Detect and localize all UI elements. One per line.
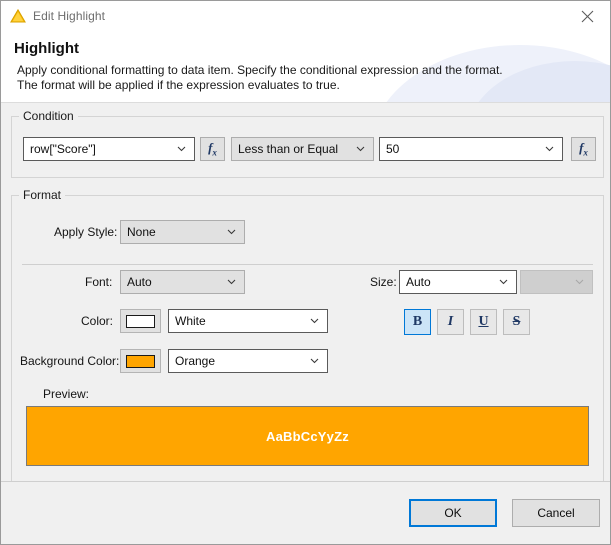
warning-triangle-icon: [10, 8, 26, 24]
preview-text: AaBbCcYyZz: [266, 429, 349, 444]
title-bar: Edit Highlight: [1, 1, 610, 31]
dialog-body: Condition row["Score"] fx Less than or E…: [1, 103, 610, 481]
underline-glyph: U: [478, 315, 488, 329]
header-description-line-2: The format will be applied if the expres…: [17, 78, 610, 93]
font-label: Font:: [85, 275, 112, 289]
chevron-down-icon: [310, 356, 319, 365]
chevron-down-icon: [356, 144, 365, 153]
strikethrough-glyph: S: [513, 315, 521, 329]
background-color-value: Orange: [175, 354, 215, 368]
fx-icon: fx: [579, 141, 588, 158]
strikethrough-button[interactable]: S: [503, 309, 530, 335]
background-color-swatch: [126, 355, 155, 368]
format-group-label: Format: [19, 188, 65, 202]
chevron-down-icon: [227, 227, 236, 236]
size-unit-combo: [520, 270, 593, 294]
color-swatch-button[interactable]: [120, 309, 161, 333]
color-value: White: [175, 314, 206, 328]
background-color-swatch-button[interactable]: [120, 349, 161, 373]
ok-button-label: OK: [444, 506, 461, 520]
size-label: Size:: [370, 275, 397, 289]
dialog-footer: OK Cancel: [1, 481, 610, 544]
preview-box: AaBbCcYyZz: [26, 406, 589, 466]
bold-glyph: B: [413, 315, 422, 329]
cancel-button-label: Cancel: [537, 506, 574, 520]
format-separator: [22, 264, 593, 265]
condition-operator-value: Less than or Equal: [238, 142, 338, 156]
chevron-down-icon: [575, 277, 584, 286]
condition-expression-fx-button[interactable]: fx: [200, 137, 225, 161]
color-swatch: [126, 315, 155, 328]
chevron-down-icon: [227, 277, 236, 286]
color-label: Color:: [81, 314, 113, 328]
chevron-down-icon: [310, 316, 319, 325]
background-color-label: Background Color:: [20, 354, 119, 368]
italic-glyph: I: [448, 315, 453, 329]
header-panel: Highlight Apply conditional formatting t…: [1, 31, 610, 103]
chevron-down-icon: [545, 144, 554, 153]
apply-style-value: None: [127, 225, 156, 239]
format-group: Format Apply Style: None Font: Auto Size…: [11, 195, 604, 482]
size-value: Auto: [406, 275, 431, 289]
apply-style-label: Apply Style:: [54, 225, 117, 239]
underline-button[interactable]: U: [470, 309, 497, 335]
condition-value-text: 50: [386, 142, 399, 156]
window-title: Edit Highlight: [33, 9, 105, 23]
condition-group-label: Condition: [19, 109, 78, 123]
condition-operator-combo[interactable]: Less than or Equal: [231, 137, 374, 161]
chevron-down-icon: [177, 144, 186, 153]
background-color-combo[interactable]: Orange: [168, 349, 328, 373]
header-description-line-1: Apply conditional formatting to data ite…: [17, 63, 610, 78]
page-title: Highlight: [14, 40, 610, 57]
apply-style-combo[interactable]: None: [120, 220, 245, 244]
bold-button[interactable]: B: [404, 309, 431, 335]
edit-highlight-dialog: Edit Highlight Highlight Apply condition…: [0, 0, 611, 545]
color-combo[interactable]: White: [168, 309, 328, 333]
preview-label: Preview:: [43, 387, 89, 401]
condition-value-combo[interactable]: 50: [379, 137, 563, 161]
size-combo[interactable]: Auto: [399, 270, 517, 294]
condition-value-fx-button[interactable]: fx: [571, 137, 596, 161]
condition-expression-combo[interactable]: row["Score"]: [23, 137, 195, 161]
chevron-down-icon: [499, 277, 508, 286]
font-combo[interactable]: Auto: [120, 270, 245, 294]
fx-icon: fx: [208, 141, 217, 158]
ok-button[interactable]: OK: [409, 499, 497, 527]
close-icon[interactable]: [564, 1, 610, 31]
italic-button[interactable]: I: [437, 309, 464, 335]
condition-expression-value: row["Score"]: [30, 142, 96, 156]
font-value: Auto: [127, 275, 152, 289]
cancel-button[interactable]: Cancel: [512, 499, 600, 527]
